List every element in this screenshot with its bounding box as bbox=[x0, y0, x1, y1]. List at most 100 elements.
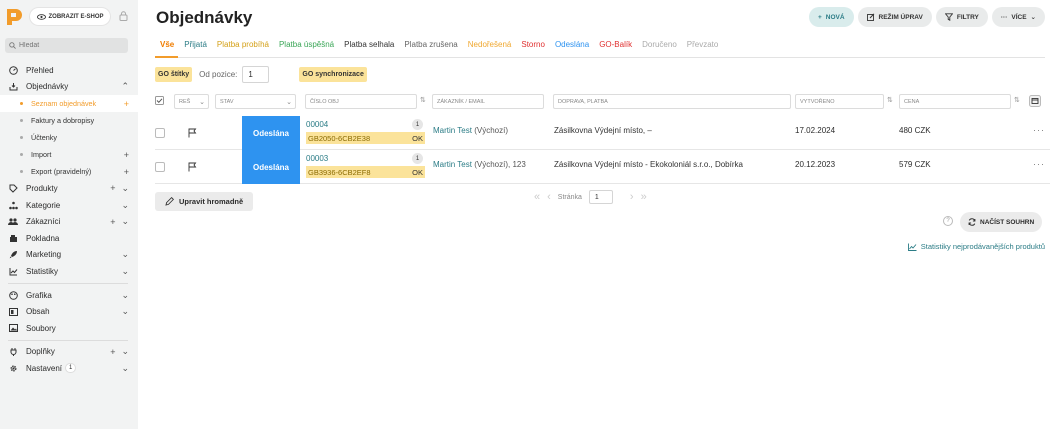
sidebar-item-statistics[interactable]: Statistiky ⌄ bbox=[0, 263, 138, 280]
stats-link-label: Statistiky nejprodávanějších produktů bbox=[920, 242, 1045, 251]
tab-3[interactable]: Platba úspěšná bbox=[274, 40, 339, 55]
sort-icon[interactable]: ⇅ bbox=[420, 96, 426, 104]
chevron-down-icon[interactable]: ⌄ bbox=[121, 363, 129, 374]
new-order-button[interactable]: + NOVÁ bbox=[808, 7, 854, 27]
tab-8[interactable]: Odeslána bbox=[550, 40, 594, 55]
sidebar-item-invoices[interactable]: Faktury a dobropisy bbox=[0, 112, 138, 129]
chevron-down-icon[interactable]: ⌄ bbox=[121, 266, 129, 277]
plus-icon[interactable]: + bbox=[110, 217, 115, 227]
row-more-icon[interactable]: ··· bbox=[1033, 125, 1045, 135]
bulk-edit-button[interactable]: Upravit hromadně bbox=[155, 192, 254, 211]
chevron-down-icon[interactable]: ⌄ bbox=[121, 306, 129, 317]
select-all-checkbox[interactable] bbox=[155, 96, 164, 105]
sidebar-item-orders[interactable]: Objednávky ⌃ bbox=[0, 79, 138, 96]
price-filter[interactable]: CENA bbox=[899, 94, 1011, 109]
tab-0[interactable]: Vše bbox=[155, 40, 179, 55]
row-more-icon[interactable]: ··· bbox=[1033, 159, 1045, 169]
go-sync-button[interactable]: GO synchronizace bbox=[299, 67, 367, 82]
row-checkbox[interactable] bbox=[155, 128, 165, 138]
help-icon[interactable]: ? bbox=[943, 216, 953, 226]
chevron-down-icon[interactable]: ⌄ bbox=[121, 183, 129, 194]
chevron-down-icon[interactable]: ⌄ bbox=[121, 216, 129, 227]
go-package-code[interactable]: GB3936-6CB2EF8 OK bbox=[306, 166, 425, 178]
shipping-filter[interactable]: DOPRAVA, PLATBA bbox=[553, 94, 791, 109]
tab-4[interactable]: Platba selhala bbox=[339, 40, 399, 55]
sidebar-item-content[interactable]: Obsah ⌄ bbox=[0, 303, 138, 320]
sidebar-item-order-list[interactable]: Seznam objednávek + bbox=[0, 95, 138, 113]
status-filter[interactable]: STAV ⌄ bbox=[215, 94, 296, 109]
plus-icon[interactable]: + bbox=[110, 347, 115, 357]
sidebar-item-pos[interactable]: Pokladna bbox=[0, 230, 138, 247]
chevron-down-icon[interactable]: ⌄ bbox=[121, 249, 129, 260]
tab-9[interactable]: GO-Balík bbox=[594, 40, 637, 55]
sidebar-item-label: Kategorie bbox=[26, 200, 61, 210]
sidebar-item-export[interactable]: Export (pravidelný) + bbox=[0, 163, 138, 180]
flag-icon[interactable] bbox=[188, 128, 197, 138]
sort-icon[interactable]: ⇅ bbox=[1014, 96, 1020, 104]
next-page-icon[interactable]: › bbox=[630, 191, 634, 203]
tab-2[interactable]: Platba probíhá bbox=[212, 40, 274, 55]
go-package-code[interactable]: GB2050-6CB2E38 OK bbox=[306, 132, 425, 144]
sidebar-item-import[interactable]: Import + bbox=[0, 146, 138, 163]
sidebar-item-marketing[interactable]: Marketing ⌄ bbox=[0, 247, 138, 264]
chevron-down-icon[interactable]: ⌄ bbox=[121, 346, 129, 357]
sidebar-item-overview[interactable]: Přehled bbox=[0, 62, 138, 79]
page-input[interactable]: 1 bbox=[588, 190, 613, 204]
chevron-up-icon[interactable]: ⌃ bbox=[121, 81, 129, 92]
logo-icon[interactable] bbox=[5, 8, 23, 26]
created-filter[interactable]: VYTVOŘENO bbox=[795, 94, 884, 109]
customer-link[interactable]: Martin Test bbox=[433, 160, 472, 169]
plus-icon[interactable]: + bbox=[124, 150, 129, 160]
prev-page-icon[interactable]: ‹ bbox=[547, 191, 551, 203]
tab-6[interactable]: Nedořešená bbox=[463, 40, 517, 55]
table-row[interactable]: Odeslána 00003 1 GB3936-6CB2EF8 OK Marti… bbox=[155, 150, 1050, 184]
order-number-filter[interactable]: ČÍSLO OBJ bbox=[305, 94, 417, 109]
sidebar-item-products[interactable]: Produkty + ⌄ bbox=[0, 180, 138, 197]
tab-11[interactable]: Převzato bbox=[682, 40, 724, 55]
plus-icon[interactable]: + bbox=[110, 183, 115, 193]
tab-7[interactable]: Storno bbox=[516, 40, 550, 55]
order-number-link[interactable]: 00003 bbox=[306, 154, 328, 163]
customer-link[interactable]: Martin Test bbox=[433, 126, 472, 135]
filters-button[interactable]: FILTRY bbox=[935, 7, 988, 27]
sort-icon[interactable]: ⇅ bbox=[887, 96, 893, 104]
sidebar-item-categories[interactable]: Kategorie ⌄ bbox=[0, 197, 138, 214]
flag-icon[interactable] bbox=[188, 162, 197, 172]
columns-settings-icon[interactable] bbox=[1029, 95, 1041, 107]
lock-icon[interactable] bbox=[119, 11, 128, 21]
more-button[interactable]: ··· VÍCE ⌄ bbox=[991, 7, 1045, 27]
tab-1[interactable]: Přijatá bbox=[179, 40, 212, 55]
go-labels-button[interactable]: GO štítky bbox=[155, 67, 193, 82]
from-position-input[interactable]: 1 bbox=[242, 66, 270, 83]
customer-extra: (Výchozí), 123 bbox=[474, 160, 526, 169]
plus-icon[interactable]: + bbox=[124, 99, 129, 109]
bestsellers-stats-link[interactable]: Statistiky nejprodávanějších produktů bbox=[907, 242, 1045, 251]
tab-5[interactable]: Platba zrušena bbox=[399, 40, 462, 55]
sidebar-item-files[interactable]: Soubory bbox=[0, 320, 138, 337]
chevron-down-icon[interactable]: ⌄ bbox=[121, 290, 129, 301]
sidebar-item-settings[interactable]: Nastavení 1 ⌄ bbox=[0, 360, 138, 377]
last-page-icon[interactable]: » bbox=[641, 191, 647, 203]
first-page-icon[interactable]: « bbox=[534, 191, 540, 203]
tab-10[interactable]: Doručeno bbox=[637, 40, 682, 55]
show-eshop-button[interactable]: ZOBRAZIT E-SHOP bbox=[30, 8, 110, 25]
order-number-link[interactable]: 00004 bbox=[306, 120, 328, 129]
res-filter[interactable]: REŠ ⌄ bbox=[174, 94, 209, 109]
sidebar-search[interactable] bbox=[5, 38, 128, 53]
status-badge[interactable]: Odeslána bbox=[242, 150, 300, 184]
chevron-down-icon[interactable]: ⌄ bbox=[121, 200, 129, 211]
sidebar-item-addons[interactable]: Doplňky + ⌄ bbox=[0, 344, 138, 361]
customer-cell: Martin Test (Výchozí), 123 bbox=[433, 160, 526, 169]
edit-mode-button[interactable]: REŽIM ÚPRAV bbox=[857, 7, 932, 27]
customer-filter[interactable]: ZÁKAZNÍK / EMAIL bbox=[432, 94, 544, 109]
table-row[interactable]: Odeslána 00004 1 GB2050-6CB2E38 OK Marti… bbox=[155, 116, 1050, 150]
search-input[interactable] bbox=[19, 42, 119, 49]
sidebar-item-label: Seznam objednávek bbox=[31, 99, 97, 109]
plus-icon[interactable]: + bbox=[124, 167, 129, 177]
status-badge[interactable]: Odeslána bbox=[242, 116, 300, 150]
sidebar-item-graphics[interactable]: Grafika ⌄ bbox=[0, 287, 138, 304]
load-summary-button[interactable]: NAČÍST SOUHRN bbox=[960, 212, 1043, 232]
sidebar-item-receipts[interactable]: Účtenky bbox=[0, 129, 138, 146]
sidebar-item-customers[interactable]: Zákazníci + ⌄ bbox=[0, 213, 138, 230]
row-checkbox[interactable] bbox=[155, 162, 165, 172]
